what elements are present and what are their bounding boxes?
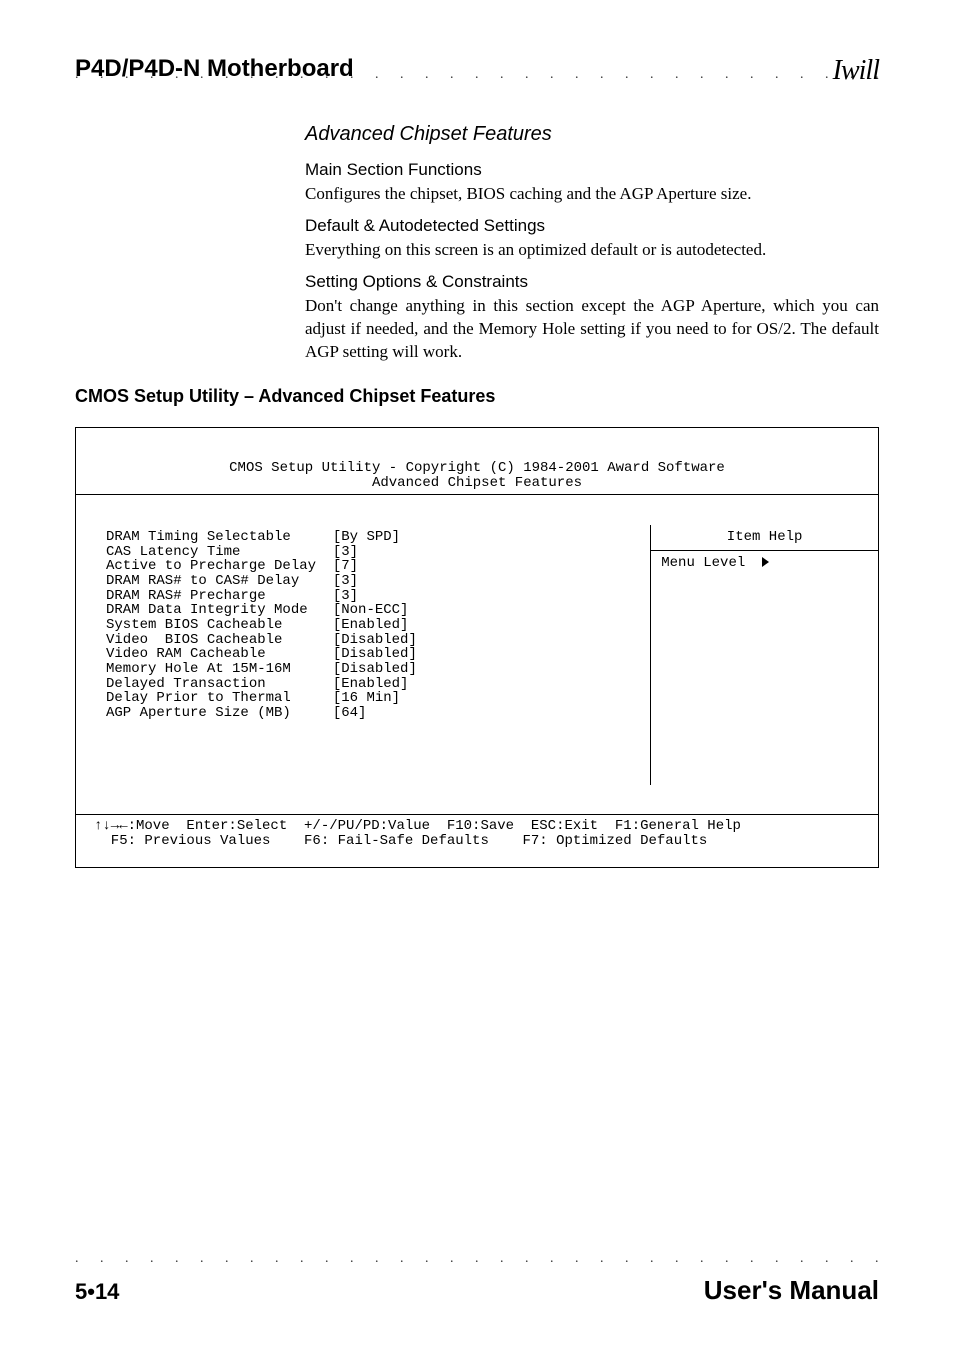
bios-screenshot: CMOS Setup Utility - Copyright (C) 1984-… (75, 427, 879, 868)
bios-help-title: Item Help (651, 525, 878, 551)
subheading-functions: Main Section Functions (305, 160, 879, 180)
page-number: 5•14 (75, 1279, 119, 1305)
content-block: Advanced Chipset Features Main Section F… (305, 123, 879, 364)
footer-label: User's Manual (704, 1275, 879, 1306)
subheading-defaults: Default & Autodetected Settings (305, 216, 879, 236)
arrow-right-icon (762, 557, 769, 567)
section-title: Advanced Chipset Features (305, 123, 879, 146)
bios-footer-line1: ↑↓→←:Move Enter:Select +/-/PU/PD:Value F… (94, 818, 741, 834)
bios-help-panel: Item Help Menu Level (651, 525, 878, 785)
menu-level-label: Menu Level (661, 555, 753, 571)
divider-top: . . . . . . . . . . . . . . . . . . . . … (75, 67, 879, 83)
bios-help-body: Menu Level (651, 551, 878, 785)
bios-main: DRAM Timing Selectable [By SPD] CAS Late… (76, 525, 878, 785)
body-defaults: Everything on this screen is an optimize… (305, 239, 879, 262)
body-functions: Configures the chipset, BIOS caching and… (305, 183, 879, 206)
footer-row: 5•14 User's Manual (75, 1275, 879, 1306)
page-footer: . . . . . . . . . . . . . . . . . . . . … (75, 1251, 879, 1306)
bios-footer-line2: F5: Previous Values F6: Fail-Safe Defaul… (94, 833, 707, 849)
bios-header: CMOS Setup Utility - Copyright (C) 1984-… (76, 457, 878, 495)
setup-utility-title: CMOS Setup Utility – Advanced Chipset Fe… (75, 386, 879, 407)
bios-footer: ↑↓→←:Move Enter:Select +/-/PU/PD:Value F… (76, 814, 878, 852)
body-constraints: Don't change anything in this section ex… (305, 295, 879, 364)
bios-settings-list: DRAM Timing Selectable [By SPD] CAS Late… (76, 525, 651, 785)
subheading-constraints: Setting Options & Constraints (305, 272, 879, 292)
bios-header-line2: Advanced Chipset Features (372, 475, 582, 491)
divider-bottom: . . . . . . . . . . . . . . . . . . . . … (75, 1251, 879, 1267)
bios-header-line1: CMOS Setup Utility - Copyright (C) 1984-… (229, 460, 725, 476)
